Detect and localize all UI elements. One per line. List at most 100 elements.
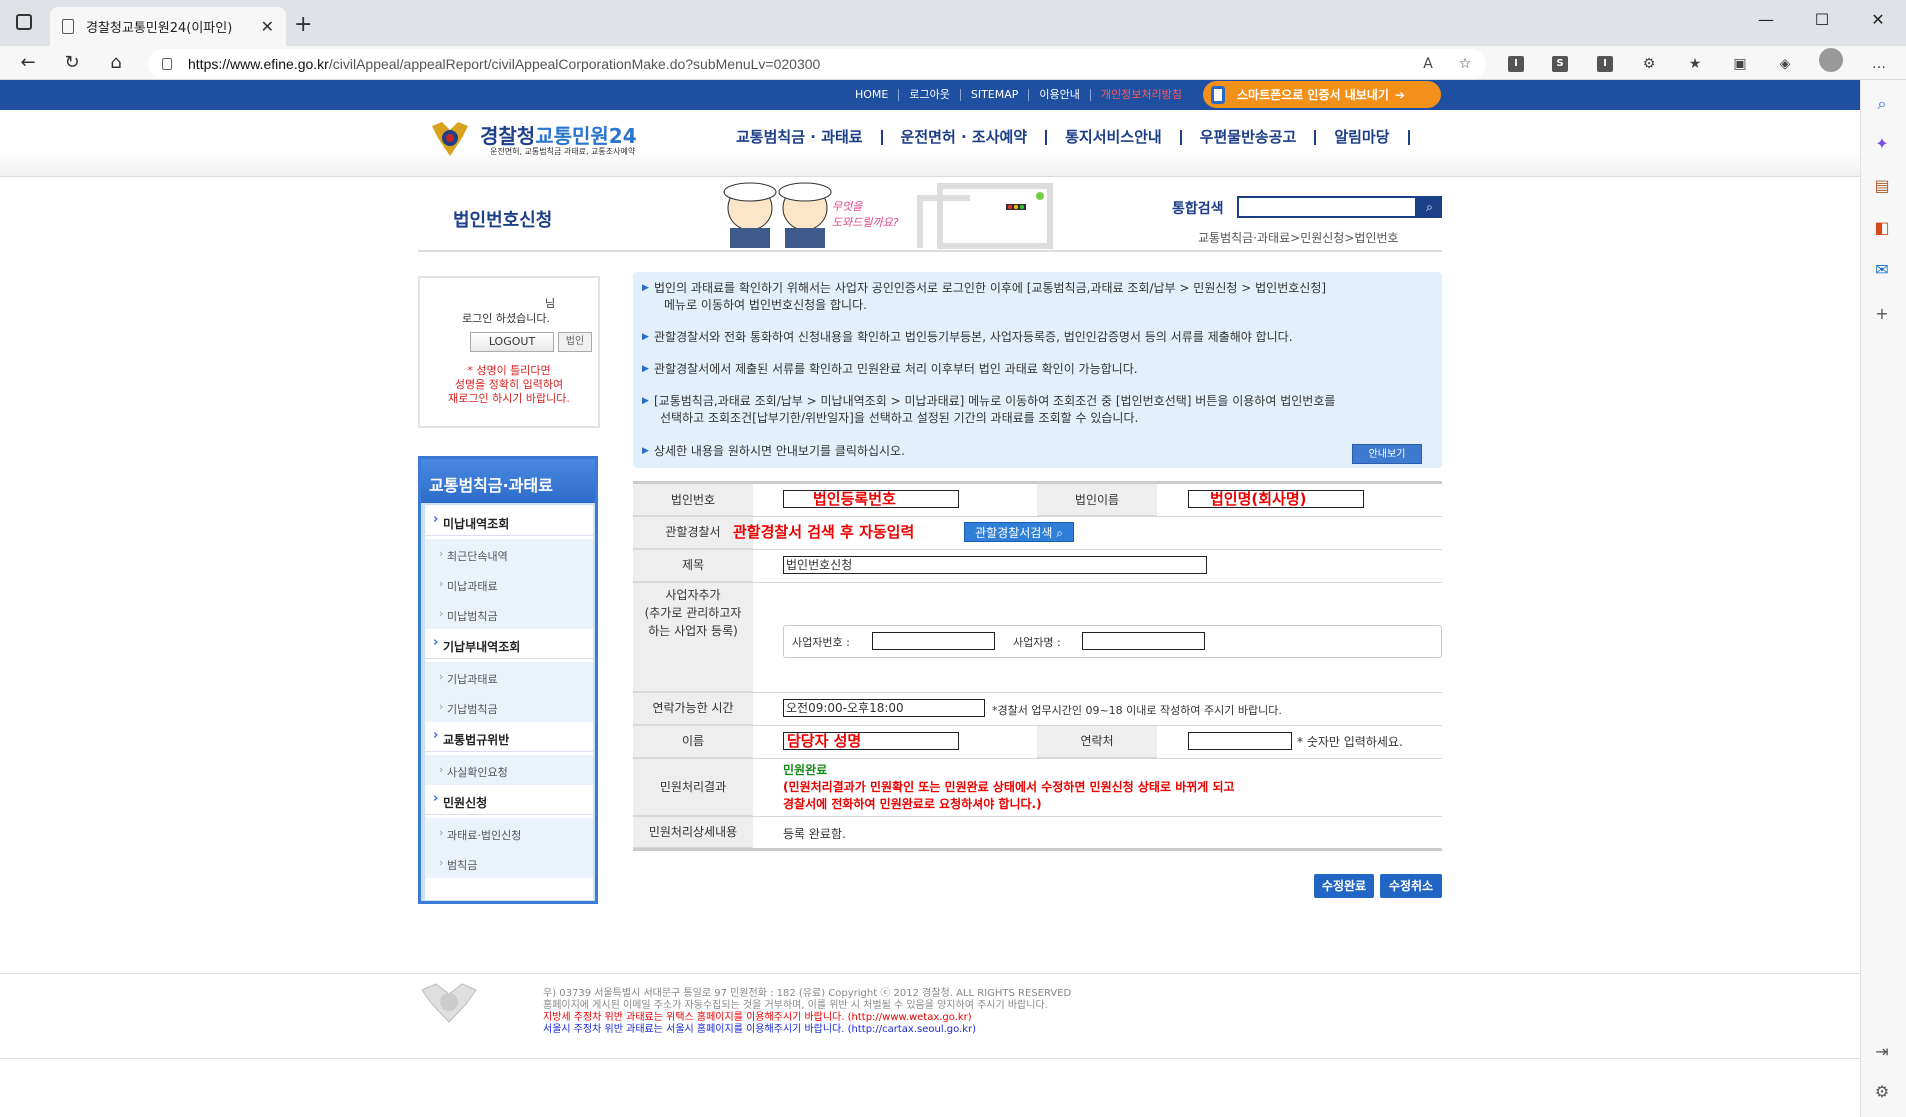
smartphone-export-button[interactable]: 스마트폰으로 인증서 내보내기 ➔ [1203,81,1441,108]
url-path: /civilAppeal/appealReport/civilAppealCor… [328,56,821,72]
contact-header: 연락처 [1037,725,1157,758]
profile-avatar[interactable] [1819,48,1843,72]
footer-wetax-link[interactable]: 지방세 주정차 위반 과태료는 위택스 홈페이지를 이용해주시기 바랍니다. (… [543,1012,972,1024]
menu-notice[interactable]: 알림마당 [1316,130,1410,145]
lnb-paid-penalty[interactable]: 기납범칙금 [425,692,593,722]
lnb-recent-violations[interactable]: 최근단속내역 [425,539,593,569]
info-item-5-line1: 상세한 내용을 원하시면 안내보기를 클릭하십시오. [654,444,905,458]
top-link-sitemap[interactable]: SITEMAP [961,89,1030,101]
biz-add-header: 사업자추가 (추가로 관리하고자 하는 사업자 등록) [633,582,753,692]
login-message: 로그인 하셨습니다. [462,312,550,325]
sidebar-toggle-icon[interactable] [16,14,32,30]
row-divider [633,549,1442,550]
police-emblem-icon[interactable] [430,120,470,158]
back-icon[interactable]: ← [14,49,42,77]
subject-field[interactable]: 법인번호신청 [783,556,1207,574]
result-note: (민원처리결과가 민원확인 또는 민원완료 상태에서 수정하면 민원신청 상태로… [783,779,1235,813]
lnb-petition[interactable]: 민원신청 [425,785,593,815]
close-tab-icon[interactable]: ✕ [261,17,274,36]
corp-no-value: 법인등록번호 [813,490,896,508]
collections-icon[interactable]: ▣ [1727,51,1753,77]
search-sidebar-icon[interactable]: ⌕ [1870,92,1894,116]
mascot-caption: 무엇을 도와드릴까요? [832,200,899,229]
home-icon[interactable]: ⌂ [102,49,130,77]
detail-value: 등록 완료함. [783,827,846,841]
more-icon[interactable]: … [1866,51,1892,77]
time-field[interactable]: 오전09:00-오후18:00 [783,699,985,717]
read-aloud-icon[interactable]: A [1415,51,1441,77]
site-logo[interactable]: 경찰청교통민원24 [480,120,637,149]
logout-button[interactable]: LOGOUT [470,332,554,352]
menu-notification[interactable]: 통지서비스안내 [1047,130,1182,145]
sidebar-settings-icon[interactable]: ⚙ [1870,1080,1894,1104]
maximize-icon[interactable]: ☐ [1794,0,1850,40]
row-divider [633,692,1442,693]
browser-tab[interactable]: 경찰청교통민원24(이파인) ✕ [50,7,286,46]
footer-emblem-icon [421,983,477,1023]
police-search-button[interactable]: 관할경찰서검색 ⌕ [964,522,1074,542]
search-input[interactable] [1237,196,1417,218]
lnb-corp-request[interactable]: 과태료·법인신청 [425,818,593,848]
biz-name-label: 사업자명 : [1013,636,1061,649]
extension-3-icon[interactable]: I [1597,56,1613,72]
add-sidebar-icon[interactable]: + [1870,302,1894,326]
lnb-paid[interactable]: 기납부내역조회 [425,629,593,659]
lnb-violation[interactable]: 교통법규위반 [425,722,593,752]
lnb-unpaid-penalty[interactable]: 미납범칙금 [425,599,593,629]
top-link-home[interactable]: HOME [845,89,900,101]
info-item-4: [교통범칙금,과태료 조회/납부 > 미납내역조회 > 미납과태료] 메뉴로 이… [642,393,1335,427]
top-links: HOME 로그아웃 SITEMAP 이용안내 개인정보처리방침 [845,80,1192,110]
lnb-paid-fines[interactable]: 기납과태료 [425,662,593,692]
logo-main: 경찰청 [480,124,536,148]
main-menu: 교통범칙금 · 과태료 운전면허 · 조사예약 통지서비스안내 우편물반송공고 … [718,130,1410,145]
tools-icon[interactable]: ▤ [1870,174,1894,198]
lnb-unpaid[interactable]: 미납내역조회 [425,506,593,536]
lnb-fact-check[interactable]: 사실확인요청 [425,755,593,785]
time-header: 연락가능한 시간 [633,692,753,725]
outlook-icon[interactable]: ✉ [1870,258,1894,282]
lnb-unpaid-fines[interactable]: 미납과태료 [425,569,593,599]
modify-complete-button[interactable]: 수정완료 [1314,874,1374,898]
new-tab-icon[interactable]: + [294,12,312,37]
copilot-icon[interactable]: ✦ [1870,132,1894,156]
office-icon[interactable]: ◧ [1870,216,1894,240]
search-icon[interactable]: ⌕ [1417,196,1442,218]
row-divider [633,758,1442,759]
browser-essentials-icon[interactable]: ◈ [1772,51,1798,77]
footer-seoul-link[interactable]: 서울시 주정차 위반 과태료는 서울시 홈페이지를 이용해주시기 바랍니다. (… [543,1024,976,1036]
menu-fines[interactable]: 교통범칙금 · 과태료 [718,130,883,145]
contact-field[interactable] [1188,732,1292,750]
phone-icon [1211,85,1225,104]
refresh-icon[interactable]: ↻ [58,49,86,77]
result-note-line1: (민원처리결과가 민원확인 또는 민원완료 상태에서 수정하면 민원신청 상태로… [783,780,1235,794]
top-link-privacy[interactable]: 개인정보처리방침 [1091,89,1192,101]
smartphone-export-label: 스마트폰으로 인증서 내보내기 [1237,88,1389,102]
biz-no-field[interactable] [872,632,995,650]
extension-1-icon[interactable]: I [1508,56,1524,72]
modify-cancel-button[interactable]: 수정취소 [1380,874,1442,898]
extensions-icon[interactable]: ⚙ [1636,51,1662,77]
close-window-icon[interactable]: ✕ [1850,0,1906,40]
menu-returned-mail[interactable]: 우편물반송공고 [1182,130,1317,145]
favorites-icon[interactable]: ★ [1682,51,1708,77]
biz-no-label: 사업자번호 : [792,636,850,649]
guide-button[interactable]: 안내보기 [1352,444,1422,464]
footer-bottom-divider [0,1058,1860,1059]
info-item-3: 관할경찰서에서 제출된 서류를 확인하고 민원완료 처리 이후부터 법인 과태료… [642,361,1138,378]
footer-email-notice: 홈페이지에 게시된 이메일 주소가 자동수집되는 것을 거부하며, 이를 위반 … [543,1000,1048,1011]
extension-2-icon[interactable]: S [1552,56,1568,72]
minimize-icon[interactable]: — [1738,0,1794,40]
biz-name-field[interactable] [1082,632,1205,650]
top-link-guide[interactable]: 이용안내 [1029,89,1091,101]
favorite-add-icon[interactable]: ☆ [1452,51,1478,77]
title-divider [418,250,1442,252]
footer-divider [0,973,1860,974]
menu-license[interactable]: 운전면허 · 조사예약 [883,130,1048,145]
top-link-logout[interactable]: 로그아웃 [899,89,961,101]
corp-button[interactable]: 법인 [558,332,592,352]
tab-title: 경찰청교통민원24(이파인) [86,21,233,36]
sidebar-collapse-icon[interactable]: ⇥ [1870,1040,1894,1064]
url-field[interactable]: https://www.efine.go.kr/civilAppeal/appe… [148,49,1486,79]
lnb-penalty[interactable]: 범칙금 [425,848,593,878]
login-warning-line3: 재로그인 하시기 바랍니다. [448,392,570,405]
